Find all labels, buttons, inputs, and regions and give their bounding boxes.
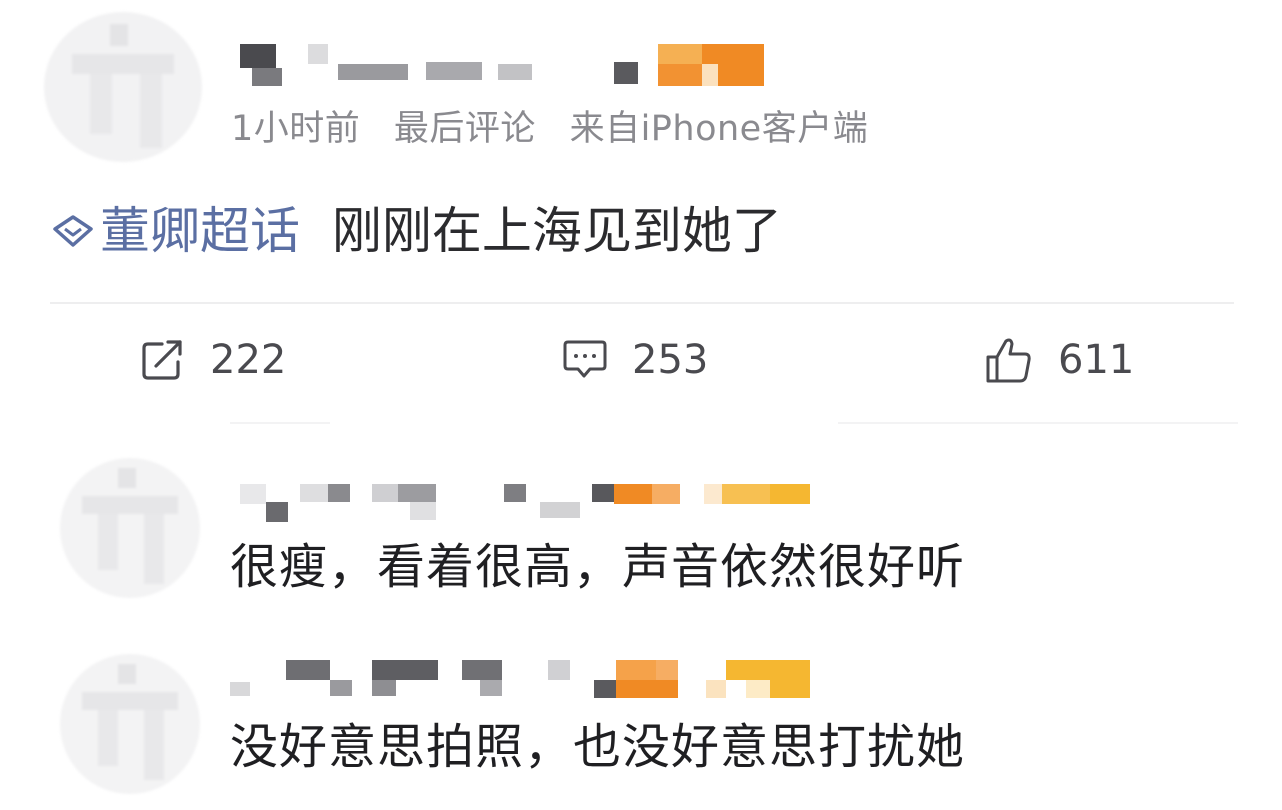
section-divider (838, 422, 1238, 424)
avatar-placeholder-icon (82, 468, 178, 584)
repost-button[interactable]: 222 (140, 330, 286, 390)
like-count: 611 (1058, 337, 1135, 383)
weibo-post-screenshot: 1小时前 最后评论 来自iPhone客户端 董卿超话 刚刚在上海见到她了 222… (0, 0, 1282, 810)
post-text: 刚刚在上海见到她了 (331, 202, 782, 260)
divider (50, 302, 1234, 304)
username-mosaic[interactable] (236, 40, 776, 90)
comment-avatar[interactable] (60, 458, 200, 598)
repost-icon (142, 340, 182, 380)
diamond-topic-icon (53, 215, 93, 247)
section-divider (230, 422, 330, 424)
comment-username-mosaic[interactable] (230, 656, 830, 702)
avatar-placeholder-icon (82, 664, 178, 780)
avatar-placeholder-icon (72, 24, 174, 148)
avatar[interactable] (44, 12, 202, 162)
comment-count: 253 (632, 337, 709, 383)
post-last-comment: 最后评论 (393, 109, 536, 149)
comment-icon (563, 340, 607, 378)
comment-avatar[interactable] (60, 654, 200, 794)
post-time: 1小时前 (231, 109, 361, 149)
supertopic-name[interactable]: 董卿超话 (100, 202, 300, 260)
like-button[interactable]: 611 (984, 330, 1134, 390)
comment-button[interactable]: 253 (562, 330, 708, 390)
comment-text: 很瘦，看着很高，声音依然很好听 (230, 539, 966, 595)
thumbs-up-icon (986, 338, 1031, 383)
post-source[interactable]: 来自iPhone客户端 (570, 109, 869, 149)
comment-username-mosaic[interactable] (240, 480, 820, 524)
comment-text: 没好意思拍照，也没好意思打扰她 (230, 719, 966, 775)
supertopic-link[interactable]: 董卿超话 (50, 202, 332, 260)
post-content: 董卿超话 刚刚在上海见到她了 (50, 200, 782, 262)
repost-count: 222 (210, 337, 287, 383)
post-meta: 1小时前 最后评论 来自iPhone客户端 (231, 106, 890, 152)
